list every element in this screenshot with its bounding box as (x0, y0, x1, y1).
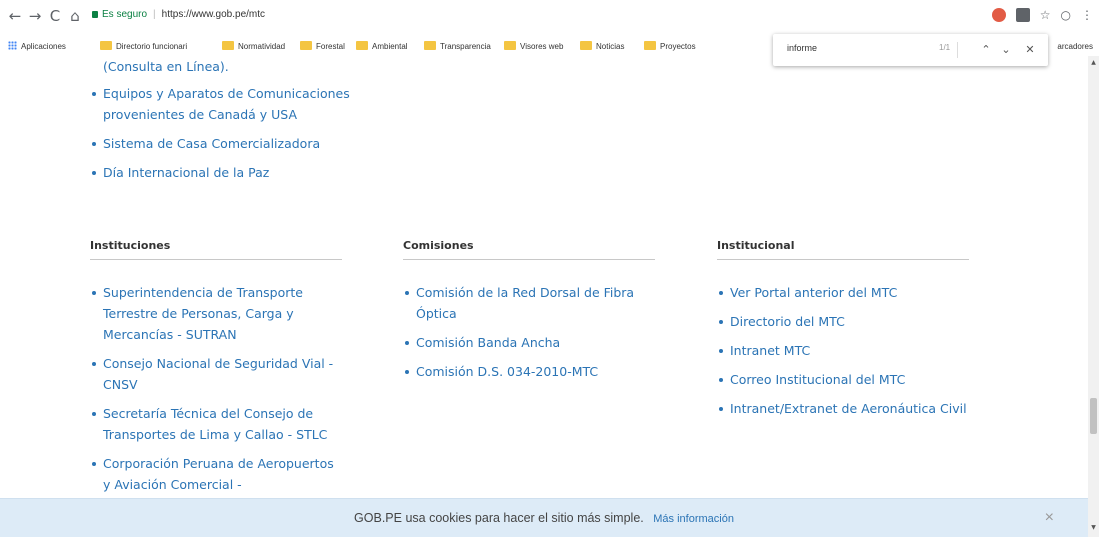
link[interactable]: Consejo Nacional de Seguridad Vial - CNS… (103, 356, 333, 392)
list-item: Correo Institucional del MTC (717, 369, 969, 390)
url-text: https://www.gob.pe/mtc (161, 9, 266, 20)
list-item: Corporación Peruana de Aeropuertos y Avi… (90, 453, 342, 495)
find-bar: informe 1/1 ⌃ ⌄ ✕ (773, 34, 1048, 66)
list-item: Secretaría Técnica del Consejo de Transp… (90, 403, 342, 445)
bookmark-item[interactable]: Visores web (504, 40, 563, 54)
cookie-banner: GOB.PE usa cookies para hacer el sitio m… (0, 498, 1088, 537)
find-count: 1/1 (939, 43, 951, 52)
partial-link-text[interactable]: (Consulta en Línea). (90, 56, 350, 77)
bookmark-item[interactable]: Proyectos (644, 40, 696, 54)
list-item: Comisión de la Red Dorsal de Fibra Óptic… (403, 282, 655, 324)
link[interactable]: Intranet MTC (730, 343, 810, 358)
more-info-link[interactable]: Más información (653, 513, 734, 525)
column-heading: Comisiones (403, 239, 655, 260)
list-item: Superintendencia de Transporte Terrestre… (90, 282, 342, 345)
list-item: Intranet MTC (717, 340, 969, 361)
folder-icon (100, 41, 112, 50)
apps-icon (8, 41, 17, 50)
back-button[interactable]: ← (6, 4, 24, 28)
other-bookmarks[interactable]: arcadores (1057, 40, 1093, 54)
reload-button[interactable]: C (46, 4, 64, 28)
bookmark-item[interactable]: Noticias (580, 40, 624, 54)
list-item: Día Internacional de la Paz (90, 162, 350, 183)
scrollbar[interactable]: ▲ ▼ (1088, 56, 1099, 537)
folder-icon (222, 41, 234, 50)
link[interactable]: Directorio del MTC (730, 314, 845, 329)
folder-icon (580, 41, 592, 50)
find-close-icon[interactable]: ✕ (1022, 41, 1038, 59)
close-icon[interactable]: × (1045, 499, 1054, 537)
list-item: Ver Portal anterior del MTC (717, 282, 969, 303)
star-icon[interactable]: ☆ (1040, 8, 1051, 22)
bookmark-apps[interactable]: Aplicaciones (8, 40, 66, 54)
find-prev-icon[interactable]: ⌃ (978, 41, 994, 59)
folder-icon (424, 41, 436, 50)
list-item: Sistema de Casa Comercializadora (90, 133, 350, 154)
extension-icon-2[interactable] (1015, 8, 1030, 22)
cookie-text: GOB.PE usa cookies para hacer el sitio m… (354, 511, 644, 525)
list-item: Intranet/Extranet de Aeronáutica Civil (717, 398, 969, 419)
forward-button[interactable]: → (26, 4, 44, 28)
folder-icon (504, 41, 516, 50)
link[interactable]: Correo Institucional del MTC (730, 372, 905, 387)
profile-icon[interactable]: ○ (1061, 8, 1071, 22)
scroll-thumb[interactable] (1090, 398, 1097, 434)
bookmark-item[interactable]: Normatividad (222, 40, 285, 54)
bookmark-item[interactable]: Ambiental (356, 40, 408, 54)
column-instituciones: Instituciones Superintendencia de Transp… (90, 239, 342, 503)
scroll-down-icon[interactable]: ▼ (1088, 523, 1099, 533)
link[interactable]: Comisión D.S. 034-2010-MTC (416, 364, 598, 379)
folder-icon (300, 41, 312, 50)
link[interactable]: Comisión Banda Ancha (416, 335, 560, 350)
toolbar-icons: ☆ ○ ⋮ (991, 5, 1093, 25)
bookmark-item[interactable]: Transparencia (424, 40, 491, 54)
list-item: Equipos y Aparatos de Comunicaciones pro… (90, 83, 350, 125)
list-item: Directorio del MTC (717, 311, 969, 332)
list-item: Comisión Banda Ancha (403, 332, 655, 353)
link[interactable]: Comisión de la Red Dorsal de Fibra Óptic… (416, 285, 634, 321)
find-next-icon[interactable]: ⌄ (998, 41, 1014, 59)
page-content: (Consulta en Línea). Equipos y Aparatos … (0, 56, 1088, 537)
scroll-up-icon[interactable]: ▲ (1088, 58, 1099, 68)
link[interactable]: Ver Portal anterior del MTC (730, 285, 897, 300)
column-comisiones: Comisiones Comisión de la Red Dorsal de … (403, 239, 655, 390)
link[interactable]: Equipos y Aparatos de Comunicaciones pro… (103, 86, 350, 122)
link[interactable]: Superintendencia de Transporte Terrestre… (103, 285, 303, 342)
top-link-list: (Consulta en Línea). Equipos y Aparatos … (90, 56, 350, 191)
find-divider (957, 42, 958, 58)
link[interactable]: Sistema de Casa Comercializadora (103, 136, 320, 151)
list-item: Consejo Nacional de Seguridad Vial - CNS… (90, 353, 342, 395)
home-button[interactable]: ⌂ (66, 4, 84, 28)
lock-icon (92, 11, 98, 18)
link[interactable]: Intranet/Extranet de Aeronáutica Civil (730, 401, 967, 416)
url-field[interactable]: Es seguro | https://www.gob.pe/mtc (92, 6, 265, 24)
list-item: Comisión D.S. 034-2010-MTC (403, 361, 655, 382)
column-heading: Instituciones (90, 239, 342, 260)
folder-icon (356, 41, 368, 50)
bookmark-item[interactable]: Directorio funcionari (100, 40, 187, 54)
folder-icon (644, 41, 656, 50)
find-input[interactable]: informe (787, 43, 817, 53)
link[interactable]: Secretaría Técnica del Consejo de Transp… (103, 406, 327, 442)
secure-label: Es seguro (102, 9, 148, 20)
column-heading: Institucional (717, 239, 969, 260)
extension-icon[interactable] (991, 8, 1006, 22)
column-institucional: Institucional Ver Portal anterior del MT… (717, 239, 969, 427)
bookmark-item[interactable]: Forestal (300, 40, 345, 54)
address-bar: ← → C ⌂ Es seguro | https://www.gob.pe/mtc… (0, 0, 1099, 36)
link[interactable]: Día Internacional de la Paz (103, 165, 269, 180)
menu-icon[interactable]: ⋮ (1081, 8, 1093, 22)
link[interactable]: Corporación Peruana de Aeropuertos y Avi… (103, 456, 334, 492)
